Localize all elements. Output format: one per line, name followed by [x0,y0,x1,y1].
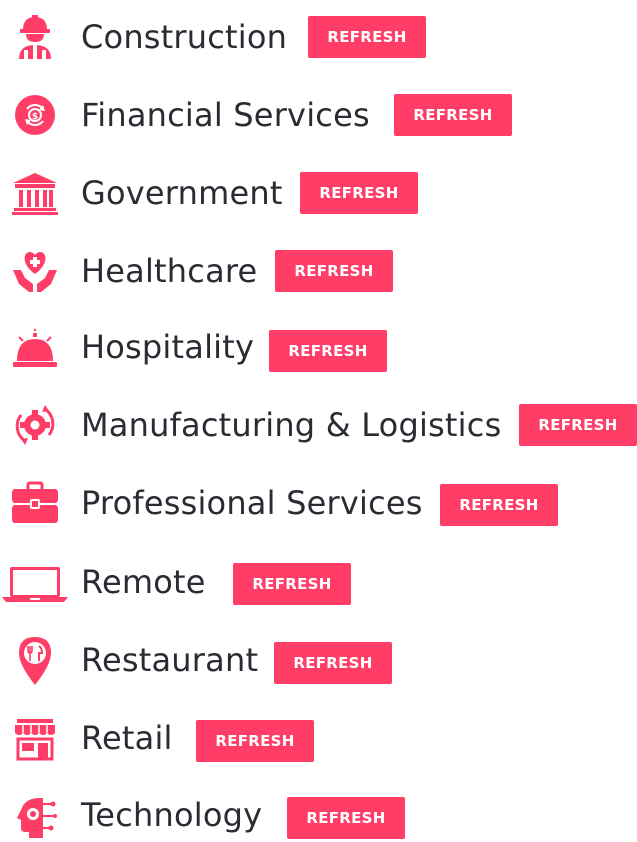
refresh-button[interactable]: REFRESH [274,642,392,684]
restaurant-pin-icon [8,636,62,686]
briefcase-icon [8,478,62,528]
industry-label: Government [81,174,283,212]
svg-text:$: $ [32,112,38,122]
industry-label: Hospitality [81,328,255,366]
refresh-button[interactable]: REFRESH [275,250,393,292]
refresh-button[interactable]: REFRESH [287,797,405,839]
tech-head-icon [8,792,62,842]
industry-label: Professional Services [81,484,423,522]
refresh-button[interactable]: REFRESH [269,330,387,372]
refresh-button[interactable]: REFRESH [394,94,512,136]
industry-label: Construction [81,18,288,56]
money-cycle-icon: $ [8,90,62,140]
laptop-icon [0,557,70,607]
industry-label: Financial Services [81,96,370,134]
refresh-button[interactable]: REFRESH [233,563,351,605]
industry-label: Technology [81,796,263,834]
refresh-button[interactable]: REFRESH [519,404,637,446]
industry-label: Retail [81,719,173,757]
industry-label: Manufacturing & Logistics [81,406,502,444]
storefront-icon [8,714,62,764]
industry-label: Restaurant [81,641,259,679]
heart-hands-icon [8,246,62,296]
industry-label: Healthcare [81,252,258,290]
construction-worker-icon [8,12,62,62]
refresh-button[interactable]: REFRESH [440,484,558,526]
government-building-icon [8,168,62,218]
refresh-button[interactable]: REFRESH [308,16,426,58]
refresh-button[interactable]: REFRESH [196,720,314,762]
gear-cycle-icon [8,400,62,450]
industry-label: Remote [81,563,206,601]
service-bell-icon [8,324,62,374]
refresh-button[interactable]: REFRESH [300,172,418,214]
